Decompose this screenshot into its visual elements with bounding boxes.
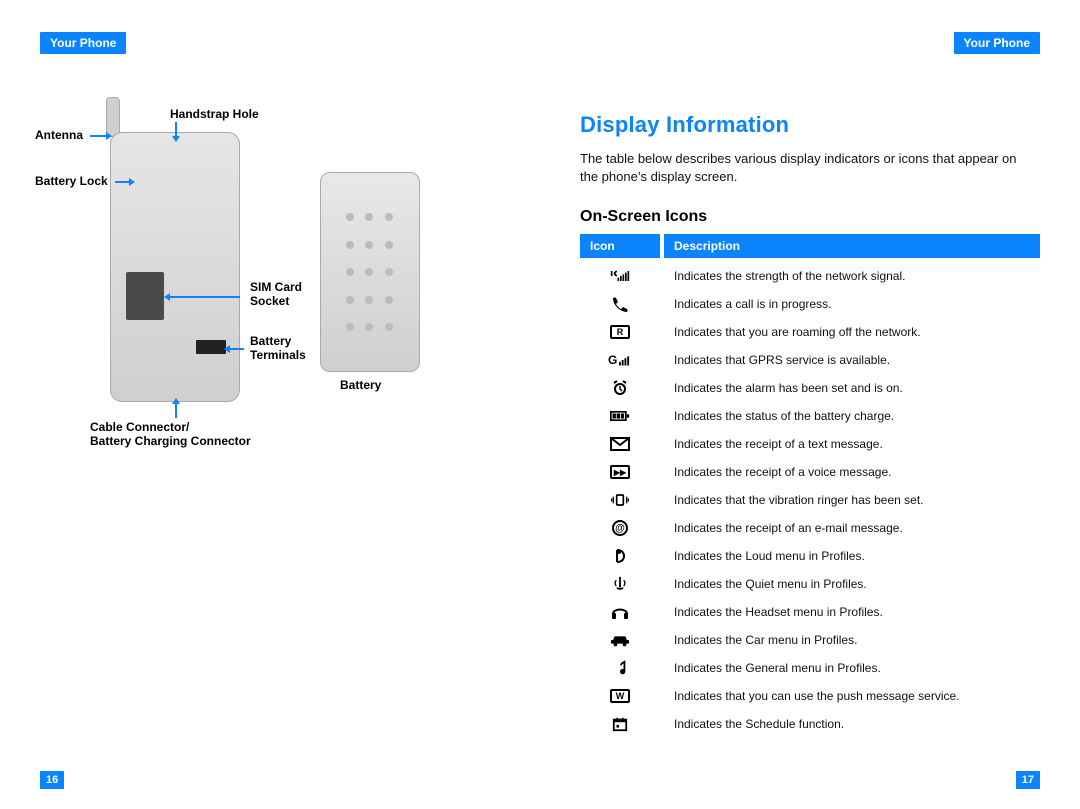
sim-slot-shape — [126, 272, 164, 320]
icon-table-row: Indicates that the vibration ringer has … — [580, 486, 1040, 514]
battery-terminals-shape — [196, 340, 226, 354]
icon-table-row: GIndicates that GPRS service is availabl… — [580, 346, 1040, 374]
quiet-icon — [580, 576, 660, 592]
label-sim-l2: Socket — [250, 294, 289, 308]
email-description: Indicates the receipt of an e-mail messa… — [660, 521, 1040, 535]
alarm-icon — [580, 380, 660, 396]
push-icon: W — [580, 689, 660, 703]
icon-table-row: Indicates the Headset menu in Profiles. — [580, 598, 1040, 626]
arrow-handstrap — [175, 122, 177, 136]
label-battery-lock: Battery Lock — [35, 174, 108, 188]
label-handstrap-hole: Handstrap Hole — [170, 107, 259, 121]
page-number-right: 17 — [1016, 771, 1040, 789]
label-antenna: Antenna — [35, 128, 83, 142]
arrow-antenna — [90, 135, 106, 137]
call-description: Indicates a call is in progress. — [660, 297, 1040, 311]
roaming-description: Indicates that you are roaming off the n… — [660, 325, 1040, 339]
battery-description: Indicates the status of the battery char… — [660, 409, 1040, 423]
icon-table-row: Indicates the status of the battery char… — [580, 402, 1040, 430]
page-left: Your Phone Antenna Handstrap Hole Batter… — [0, 0, 540, 809]
gprs-description: Indicates that GPRS service is available… — [660, 353, 1040, 367]
icon-table-body: Indicates the strength of the network si… — [580, 262, 1040, 738]
icon-table-row: Indicates the alarm has been set and is … — [580, 374, 1040, 402]
schedule-description: Indicates the Schedule function. — [660, 717, 1040, 731]
gprs-icon: G — [580, 351, 660, 369]
loud-description: Indicates the Loud menu in Profiles. — [660, 549, 1040, 563]
page-right: Your Phone Display Information The table… — [540, 0, 1080, 809]
icon-table-row: Indicates the Car menu in Profiles. — [580, 626, 1040, 654]
schedule-icon — [580, 716, 660, 732]
car-icon — [580, 632, 660, 648]
battery-icon — [580, 408, 660, 424]
icon-table-row: Indicates the Loud menu in Profiles. — [580, 542, 1040, 570]
icon-table-row: Indicates a call is in progress. — [580, 290, 1040, 318]
vibrate-icon — [580, 492, 660, 508]
page-spread: Your Phone Antenna Handstrap Hole Batter… — [0, 0, 1080, 809]
icon-table-row: Indicates the receipt of a text message. — [580, 430, 1040, 458]
label-battery: Battery — [340, 378, 381, 392]
label-batt-term-l2: Terminals — [250, 348, 306, 362]
running-head-left: Your Phone — [40, 32, 126, 54]
vmail-icon: ▶▶ — [580, 465, 660, 479]
icon-table-row: Indicates the Schedule function. — [580, 710, 1040, 738]
general-description: Indicates the General menu in Profiles. — [660, 661, 1040, 675]
arrow-sim — [170, 296, 240, 298]
col-header-description: Description — [664, 234, 1040, 258]
email-icon: @ — [580, 520, 660, 536]
phone-antenna-shape — [106, 97, 120, 137]
label-batt-term-l1: Battery — [250, 334, 291, 348]
vibrate-description: Indicates that the vibration ringer has … — [660, 493, 1040, 507]
phone-diagram: Antenna Handstrap Hole Battery Lock SIM … — [40, 102, 500, 462]
icon-table-header: Icon Description — [580, 234, 1040, 258]
icon-table-row: @Indicates the receipt of an e-mail mess… — [580, 514, 1040, 542]
arrow-battery-lock — [115, 181, 129, 183]
subsection-title: On-Screen Icons — [580, 208, 1040, 226]
icon-table-row: Indicates the strength of the network si… — [580, 262, 1040, 290]
icon-table-row: Indicates the General menu in Profiles. — [580, 654, 1040, 682]
page-number-left: 16 — [40, 771, 64, 789]
label-cable-l2: Battery Charging Connector — [90, 434, 251, 448]
headset-icon — [580, 604, 660, 620]
roaming-icon: R — [580, 325, 660, 339]
icon-table-row: WIndicates that you can use the push mes… — [580, 682, 1040, 710]
arrow-batt-term — [230, 348, 244, 350]
signal-icon — [580, 268, 660, 284]
alarm-description: Indicates the alarm has been set and is … — [660, 381, 1040, 395]
icon-table-row: ▶▶Indicates the receipt of a voice messa… — [580, 458, 1040, 486]
col-header-icon: Icon — [580, 234, 660, 258]
phone-body-shape — [110, 132, 240, 402]
vmail-description: Indicates the receipt of a voice message… — [660, 465, 1040, 479]
section-title: Display Information — [580, 112, 1040, 138]
call-icon — [580, 296, 660, 312]
loud-icon — [580, 548, 660, 564]
running-head-right: Your Phone — [954, 32, 1040, 54]
general-icon — [580, 660, 660, 676]
icon-table-row: Indicates the Quiet menu in Profiles. — [580, 570, 1040, 598]
headset-description: Indicates the Headset menu in Profiles. — [660, 605, 1040, 619]
car-description: Indicates the Car menu in Profiles. — [660, 633, 1040, 647]
sms-icon — [580, 436, 660, 452]
arrow-cable — [175, 404, 177, 418]
sms-description: Indicates the receipt of a text message. — [660, 437, 1040, 451]
push-description: Indicates that you can use the push mess… — [660, 689, 1040, 703]
battery-cover-shape — [320, 172, 420, 372]
label-cable-l1: Cable Connector/ — [90, 420, 189, 434]
signal-description: Indicates the strength of the network si… — [660, 269, 1040, 283]
quiet-description: Indicates the Quiet menu in Profiles. — [660, 577, 1040, 591]
icon-table-row: RIndicates that you are roaming off the … — [580, 318, 1040, 346]
section-intro: The table below describes various displa… — [580, 150, 1020, 186]
label-sim-l1: SIM Card — [250, 280, 302, 294]
